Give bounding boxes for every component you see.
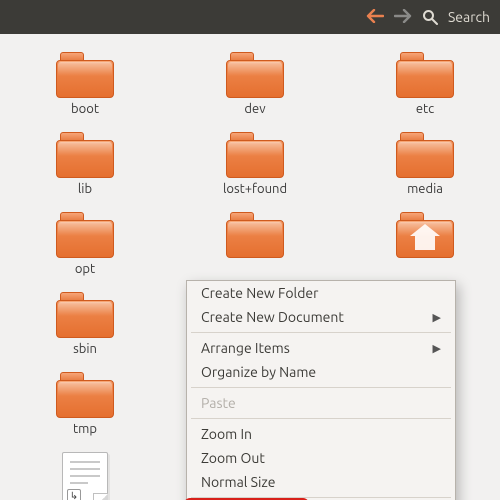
grid-item[interactable] bbox=[180, 212, 330, 276]
folder-icon bbox=[396, 132, 454, 178]
folder-icon bbox=[226, 212, 284, 258]
menu-label: Paste bbox=[201, 395, 236, 411]
grid-item[interactable]: ↳initrd.img.old bbox=[10, 452, 160, 500]
toolbar: Search bbox=[0, 0, 500, 34]
file-icon: ↳ bbox=[62, 452, 108, 500]
submenu-arrow-icon: ▶ bbox=[433, 342, 441, 355]
menu-normal-size[interactable]: Normal Size bbox=[187, 470, 455, 494]
menu-label: Normal Size bbox=[201, 474, 275, 490]
menu-label: Zoom In bbox=[201, 426, 252, 442]
menu-create-document[interactable]: Create New Document ▶ bbox=[187, 305, 455, 329]
menu-zoom-in[interactable]: Zoom In bbox=[187, 422, 455, 446]
nav-forward-icon[interactable] bbox=[394, 8, 412, 26]
folder-icon bbox=[396, 52, 454, 98]
grid-item[interactable]: opt bbox=[10, 212, 160, 276]
folder-icon bbox=[226, 52, 284, 98]
folder-icon bbox=[56, 132, 114, 178]
folder-icon bbox=[56, 212, 114, 258]
grid-item[interactable]: sbin bbox=[10, 292, 160, 356]
menu-zoom-out[interactable]: Zoom Out bbox=[187, 446, 455, 470]
item-label: lost+found bbox=[223, 182, 287, 196]
folder-icon bbox=[56, 52, 114, 98]
submenu-arrow-icon: ▶ bbox=[433, 311, 441, 324]
menu-organize-by-name[interactable]: Organize by Name bbox=[187, 360, 455, 384]
menu-paste: Paste bbox=[187, 391, 455, 415]
grid-item[interactable]: etc bbox=[350, 52, 500, 116]
item-label: tmp bbox=[73, 422, 97, 436]
item-label: dev bbox=[244, 102, 265, 116]
menu-create-folder[interactable]: Create New Folder bbox=[187, 281, 455, 305]
menu-label: Create New Folder bbox=[201, 285, 318, 301]
home-folder-icon bbox=[396, 212, 454, 258]
folder-icon bbox=[56, 292, 114, 338]
grid-item[interactable]: media bbox=[350, 132, 500, 196]
menu-label: Arrange Items bbox=[201, 340, 290, 356]
menu-separator bbox=[191, 332, 451, 333]
menu-separator bbox=[191, 497, 451, 498]
nav-back-icon[interactable] bbox=[366, 8, 384, 26]
menu-separator bbox=[191, 418, 451, 419]
search-label[interactable]: Search bbox=[448, 9, 490, 25]
folder-icon bbox=[226, 132, 284, 178]
context-menu: Create New Folder Create New Document ▶ … bbox=[186, 280, 456, 500]
menu-arrange-items[interactable]: Arrange Items ▶ bbox=[187, 336, 455, 360]
grid-item[interactable]: dev bbox=[180, 52, 330, 116]
item-label: lib bbox=[78, 182, 92, 196]
folder-icon bbox=[56, 372, 114, 418]
menu-separator bbox=[191, 387, 451, 388]
grid-item[interactable]: tmp bbox=[10, 372, 160, 436]
item-label: boot bbox=[71, 102, 99, 116]
item-label: media bbox=[407, 182, 443, 196]
item-label: opt bbox=[75, 262, 95, 276]
menu-label: Zoom Out bbox=[201, 450, 265, 466]
grid-item[interactable]: boot bbox=[10, 52, 160, 116]
grid-item[interactable]: lib bbox=[10, 132, 160, 196]
item-label: etc bbox=[416, 102, 434, 116]
menu-label: Create New Document bbox=[201, 309, 344, 325]
grid-item[interactable] bbox=[350, 212, 500, 276]
menu-label: Organize by Name bbox=[201, 364, 316, 380]
item-label: sbin bbox=[73, 342, 97, 356]
file-grid-area[interactable]: boot dev etc lib lost+found media opt sbin tmp ↳i… bbox=[0, 34, 500, 500]
grid-item[interactable]: lost+found bbox=[180, 132, 330, 196]
search-icon[interactable] bbox=[422, 9, 438, 25]
